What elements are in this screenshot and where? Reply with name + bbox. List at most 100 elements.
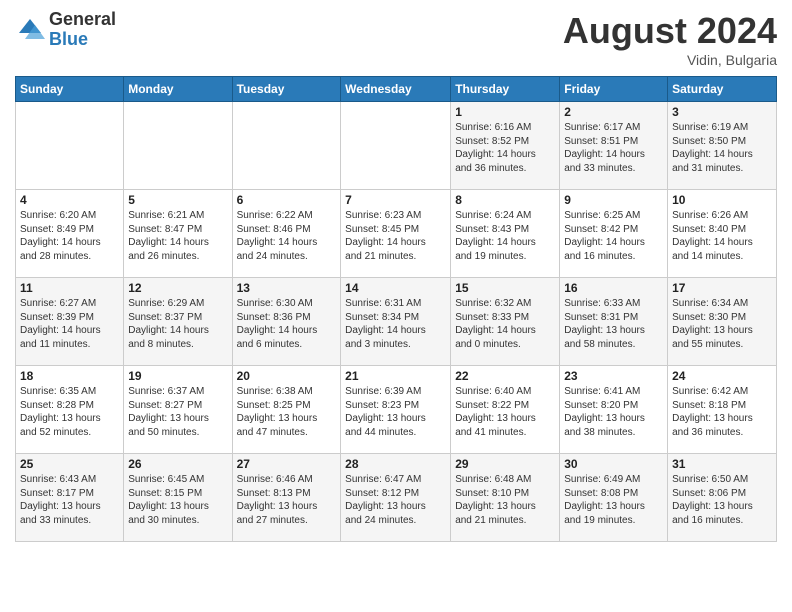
calendar-cell: 11 Sunrise: 6:27 AMSunset: 8:39 PMDayligh… — [16, 278, 124, 366]
day-number: 2 — [564, 105, 663, 119]
day-number: 31 — [672, 457, 772, 471]
day-number: 21 — [345, 369, 446, 383]
calendar-cell: 24Sunrise: 6:42 AMSunset: 8:18 PMDayligh… — [668, 366, 777, 454]
calendar-body: 1 Sunrise: 6:16 AMSunset: 8:52 PMDaylight… — [16, 102, 777, 542]
day-number: 13 — [237, 281, 337, 295]
day-number: 19 — [128, 369, 227, 383]
calendar-cell: 23Sunrise: 6:41 AMSunset: 8:20 PMDayligh… — [560, 366, 668, 454]
day-info: Sunrise: 6:31 AMSunset: 8:34 PMDaylight:… — [345, 297, 446, 351]
calendar-header: SundayMondayTuesdayWednesdayThursdayFrid… — [16, 77, 777, 102]
day-info: Sunrise: 6:43 AMSunset: 8:17 PMDaylight:… — [20, 473, 119, 527]
logo: General Blue — [15, 10, 116, 50]
day-info: Sunrise: 6:47 AMSunset: 8:12 PMDaylight:… — [345, 473, 446, 527]
day-number: 12 — [128, 281, 227, 295]
day-info: Sunrise: 6:29 AMSunset: 8:37 PMDaylight:… — [128, 297, 227, 351]
calendar-cell: 22Sunrise: 6:40 AMSunset: 8:22 PMDayligh… — [451, 366, 560, 454]
day-info: Sunrise: 6:27 AMSunset: 8:39 PMDaylight:… — [20, 297, 119, 351]
week-row-4: 25 Sunrise: 6:43 AMSunset: 8:17 PMDayligh… — [16, 454, 777, 542]
day-number: 7 — [345, 193, 446, 207]
day-number: 18 — [20, 369, 119, 383]
day-number: 8 — [455, 193, 555, 207]
calendar-cell: 5 Sunrise: 6:21 AMSunset: 8:47 PMDaylight… — [124, 190, 232, 278]
week-row-1: 4 Sunrise: 6:20 AMSunset: 8:49 PMDaylight… — [16, 190, 777, 278]
calendar-cell: 26 Sunrise: 6:45 AMSunset: 8:15 PMDayligh… — [124, 454, 232, 542]
day-number: 9 — [564, 193, 663, 207]
logo-text: General Blue — [49, 10, 116, 50]
day-number: 27 — [237, 457, 337, 471]
day-info: Sunrise: 6:42 AMSunset: 8:18 PMDaylight:… — [672, 385, 772, 439]
day-info: Sunrise: 6:41 AMSunset: 8:20 PMDaylight:… — [564, 385, 663, 439]
week-row-0: 1 Sunrise: 6:16 AMSunset: 8:52 PMDaylight… — [16, 102, 777, 190]
calendar-cell: 21 Sunrise: 6:39 AMSunset: 8:23 PMDayligh… — [341, 366, 451, 454]
logo-blue: Blue — [49, 30, 116, 50]
day-number: 15 — [455, 281, 555, 295]
week-row-2: 11 Sunrise: 6:27 AMSunset: 8:39 PMDayligh… — [16, 278, 777, 366]
week-row-3: 18 Sunrise: 6:35 AMSunset: 8:28 PMDayligh… — [16, 366, 777, 454]
day-info: Sunrise: 6:22 AMSunset: 8:46 PMDaylight:… — [237, 209, 337, 263]
day-info: Sunrise: 6:17 AMSunset: 8:51 PMDaylight:… — [564, 121, 663, 175]
day-number: 28 — [345, 457, 446, 471]
calendar-cell: 12 Sunrise: 6:29 AMSunset: 8:37 PMDayligh… — [124, 278, 232, 366]
calendar-cell: 18 Sunrise: 6:35 AMSunset: 8:28 PMDayligh… — [16, 366, 124, 454]
calendar-cell: 14 Sunrise: 6:31 AMSunset: 8:34 PMDayligh… — [341, 278, 451, 366]
day-info: Sunrise: 6:16 AMSunset: 8:52 PMDaylight:… — [455, 121, 555, 175]
calendar-cell: 13 Sunrise: 6:30 AMSunset: 8:36 PMDayligh… — [232, 278, 341, 366]
page: General Blue August 2024 Vidin, Bulgaria… — [0, 0, 792, 612]
day-number: 5 — [128, 193, 227, 207]
calendar-cell: 27 Sunrise: 6:46 AMSunset: 8:13 PMDayligh… — [232, 454, 341, 542]
calendar-cell: 7 Sunrise: 6:23 AMSunset: 8:45 PMDaylight… — [341, 190, 451, 278]
day-number: 25 — [20, 457, 119, 471]
day-info: Sunrise: 6:30 AMSunset: 8:36 PMDaylight:… — [237, 297, 337, 351]
day-info: Sunrise: 6:20 AMSunset: 8:49 PMDaylight:… — [20, 209, 119, 263]
calendar-cell: 25 Sunrise: 6:43 AMSunset: 8:17 PMDayligh… — [16, 454, 124, 542]
day-header-row: SundayMondayTuesdayWednesdayThursdayFrid… — [16, 77, 777, 102]
calendar-cell: 6 Sunrise: 6:22 AMSunset: 8:46 PMDaylight… — [232, 190, 341, 278]
day-header-monday: Monday — [124, 77, 232, 102]
day-header-sunday: Sunday — [16, 77, 124, 102]
day-number: 4 — [20, 193, 119, 207]
day-number: 22 — [455, 369, 555, 383]
day-info: Sunrise: 6:34 AMSunset: 8:30 PMDaylight:… — [672, 297, 772, 351]
day-info: Sunrise: 6:49 AMSunset: 8:08 PMDaylight:… — [564, 473, 663, 527]
day-info: Sunrise: 6:39 AMSunset: 8:23 PMDaylight:… — [345, 385, 446, 439]
day-header-friday: Friday — [560, 77, 668, 102]
calendar-cell: 30Sunrise: 6:49 AMSunset: 8:08 PMDayligh… — [560, 454, 668, 542]
day-info: Sunrise: 6:32 AMSunset: 8:33 PMDaylight:… — [455, 297, 555, 351]
day-info: Sunrise: 6:48 AMSunset: 8:10 PMDaylight:… — [455, 473, 555, 527]
calendar-cell: 1 Sunrise: 6:16 AMSunset: 8:52 PMDaylight… — [451, 102, 560, 190]
calendar: SundayMondayTuesdayWednesdayThursdayFrid… — [15, 76, 777, 542]
day-header-saturday: Saturday — [668, 77, 777, 102]
calendar-cell — [341, 102, 451, 190]
day-number: 14 — [345, 281, 446, 295]
day-number: 20 — [237, 369, 337, 383]
calendar-cell: 3 Sunrise: 6:19 AMSunset: 8:50 PMDaylight… — [668, 102, 777, 190]
calendar-cell: 16Sunrise: 6:33 AMSunset: 8:31 PMDayligh… — [560, 278, 668, 366]
day-number: 26 — [128, 457, 227, 471]
day-info: Sunrise: 6:37 AMSunset: 8:27 PMDaylight:… — [128, 385, 227, 439]
day-number: 29 — [455, 457, 555, 471]
day-number: 11 — [20, 281, 119, 295]
day-info: Sunrise: 6:35 AMSunset: 8:28 PMDaylight:… — [20, 385, 119, 439]
day-number: 1 — [455, 105, 555, 119]
day-info: Sunrise: 6:38 AMSunset: 8:25 PMDaylight:… — [237, 385, 337, 439]
day-info: Sunrise: 6:45 AMSunset: 8:15 PMDaylight:… — [128, 473, 227, 527]
day-info: Sunrise: 6:19 AMSunset: 8:50 PMDaylight:… — [672, 121, 772, 175]
calendar-cell: 17Sunrise: 6:34 AMSunset: 8:30 PMDayligh… — [668, 278, 777, 366]
calendar-cell — [124, 102, 232, 190]
day-info: Sunrise: 6:24 AMSunset: 8:43 PMDaylight:… — [455, 209, 555, 263]
calendar-cell: 8 Sunrise: 6:24 AMSunset: 8:43 PMDaylight… — [451, 190, 560, 278]
calendar-cell: 2 Sunrise: 6:17 AMSunset: 8:51 PMDaylight… — [560, 102, 668, 190]
day-info: Sunrise: 6:23 AMSunset: 8:45 PMDaylight:… — [345, 209, 446, 263]
day-header-wednesday: Wednesday — [341, 77, 451, 102]
calendar-cell — [16, 102, 124, 190]
header: General Blue August 2024 Vidin, Bulgaria — [15, 10, 777, 68]
day-number: 6 — [237, 193, 337, 207]
day-info: Sunrise: 6:21 AMSunset: 8:47 PMDaylight:… — [128, 209, 227, 263]
calendar-cell: 29 Sunrise: 6:48 AMSunset: 8:10 PMDayligh… — [451, 454, 560, 542]
day-number: 16 — [564, 281, 663, 295]
title-area: August 2024 Vidin, Bulgaria — [563, 10, 777, 68]
day-number: 3 — [672, 105, 772, 119]
calendar-cell: 10Sunrise: 6:26 AMSunset: 8:40 PMDayligh… — [668, 190, 777, 278]
day-info: Sunrise: 6:46 AMSunset: 8:13 PMDaylight:… — [237, 473, 337, 527]
calendar-cell — [232, 102, 341, 190]
